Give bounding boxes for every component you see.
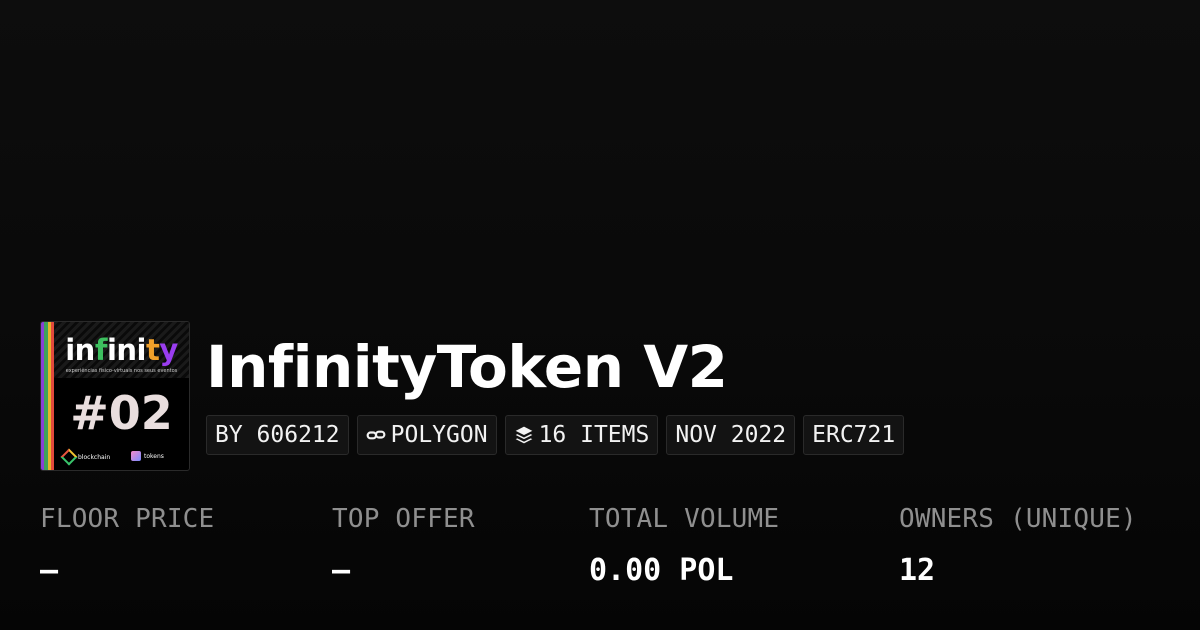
logo-letter: i [65,333,75,367]
infinity-logo: infinity [54,336,189,365]
logo-letter: n [116,333,137,367]
date-tag-label: NOV 2022 [675,422,787,448]
floor-price-stat: FLOOR PRICE – [40,504,214,588]
floor-price-value: – [40,553,59,588]
blockchain-mark-label: blockchain [78,453,111,461]
items-tag-label: 16 ITEMS [538,422,650,448]
link-icon [366,430,386,440]
creator-tag-label: BY 606212 [215,422,340,448]
logo-letter: i [106,333,117,367]
logo-letter: t [146,333,160,367]
top-offer-stat: TOP OFFER – [332,504,475,588]
logo-letter: i [136,333,147,367]
thumbnail-tagline: experiências físico-virtuais nos seus ev… [65,368,178,374]
total-volume-stat: TOTAL VOLUME 0.00 POL [589,504,779,588]
items-tag[interactable]: 16 ITEMS [504,415,659,455]
date-tag: NOV 2022 [666,415,796,455]
creator-tag[interactable]: BY 606212 [206,415,349,455]
floor-price-label: FLOOR PRICE [40,504,215,534]
standard-tag: ERC721 [803,415,905,455]
top-offer-value: – [332,553,351,588]
total-volume-label: TOTAL VOLUME [589,504,780,534]
chain-tag[interactable]: POLYGON [356,415,497,455]
collection-title: InfinityToken V2 [206,333,728,401]
collection-tags: BY 606212 POLYGON 16 ITEMS NOV 2022 ERC7… [206,415,905,455]
tokens-logo-icon [131,451,141,461]
chain-tag-label: POLYGON [390,422,488,448]
logo-letter: y [159,333,178,367]
top-offer-label: TOP OFFER [332,504,475,534]
tokens-mark: tokens [131,451,164,461]
owners-stat: OWNERS (UNIQUE) 12 [899,504,1137,588]
thumbnail-number: #02 [70,386,173,440]
blockchain-logo-icon [60,448,78,466]
owners-value: 12 [899,553,936,588]
logo-letter: n [74,333,96,367]
tokens-mark-label: tokens [144,452,164,460]
collection-thumbnail: infinity experiências físico-virtuais no… [40,321,190,471]
logo-letter: f [94,333,108,367]
layers-icon [515,426,532,444]
blockchain-mark: blockchain [60,448,111,466]
rainbow-stripes [41,322,54,470]
total-volume-value: 0.00 POL [589,553,734,588]
owners-label: OWNERS (UNIQUE) [899,504,1137,534]
standard-tag-label: ERC721 [812,422,896,448]
